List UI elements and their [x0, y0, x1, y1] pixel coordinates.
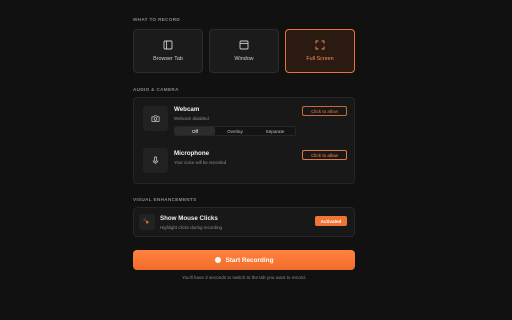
mode-full-screen[interactable]: Full Screen — [285, 29, 355, 73]
full-screen-icon — [315, 40, 325, 50]
audio-camera-card: Webcam Webcam disabled Click to allow Of… — [133, 97, 355, 184]
start-recording-button[interactable]: Start Recording — [133, 250, 355, 270]
recording-settings-panel: WHAT TO RECORD Browser Tab Window Full S… — [133, 0, 355, 320]
microphone-allow-button[interactable]: Click to allow — [302, 150, 347, 160]
microphone-icon-box — [143, 148, 168, 173]
webcam-allow-button[interactable]: Click to allow — [302, 106, 347, 116]
window-icon — [239, 40, 249, 50]
cursor-click-icon — [143, 218, 150, 225]
mouse-clicks-title: Show Mouse Clicks — [160, 215, 218, 222]
mouse-clicks-subtitle: Highlight clicks during recording — [160, 225, 222, 230]
mode-label: Browser Tab — [153, 56, 183, 62]
mouse-clicks-activated-toggle[interactable]: Activated — [315, 216, 347, 226]
webcam-subtitle: Webcam disabled — [174, 116, 209, 121]
mouse-clicks-card: Show Mouse Clicks Highlight clicks durin… — [133, 207, 355, 237]
mode-window[interactable]: Window — [209, 29, 279, 73]
webcam-option-off[interactable]: Off — [175, 127, 215, 135]
start-recording-note: You'll have 3 seconds to switch to the t… — [181, 275, 307, 280]
webcam-mode-selector: Off Overlay Separate — [174, 126, 296, 136]
webcam-title: Webcam — [174, 106, 200, 113]
microphone-title: Microphone — [174, 150, 210, 157]
mode-label: Window — [234, 56, 254, 62]
webcam-option-separate[interactable]: Separate — [255, 127, 295, 135]
start-recording-label: Start Recording — [225, 256, 274, 264]
microphone-icon — [152, 156, 159, 165]
section-label-audio: AUDIO & CAMERA — [133, 87, 179, 92]
browser-tab-icon — [163, 40, 173, 50]
camera-icon — [151, 115, 160, 122]
section-label-record: WHAT TO RECORD — [133, 17, 181, 22]
microphone-subtitle: Your voice will be recorded — [174, 160, 227, 165]
record-dot-icon — [214, 257, 221, 263]
webcam-option-overlay[interactable]: Overlay — [215, 127, 255, 135]
mouse-clicks-icon-box — [139, 214, 155, 230]
webcam-icon-box — [143, 106, 168, 131]
mode-browser-tab[interactable]: Browser Tab — [133, 29, 203, 73]
mode-label: Full Screen — [306, 56, 334, 62]
section-label-visual: VISUAL ENHANCEMENTS — [133, 197, 197, 202]
